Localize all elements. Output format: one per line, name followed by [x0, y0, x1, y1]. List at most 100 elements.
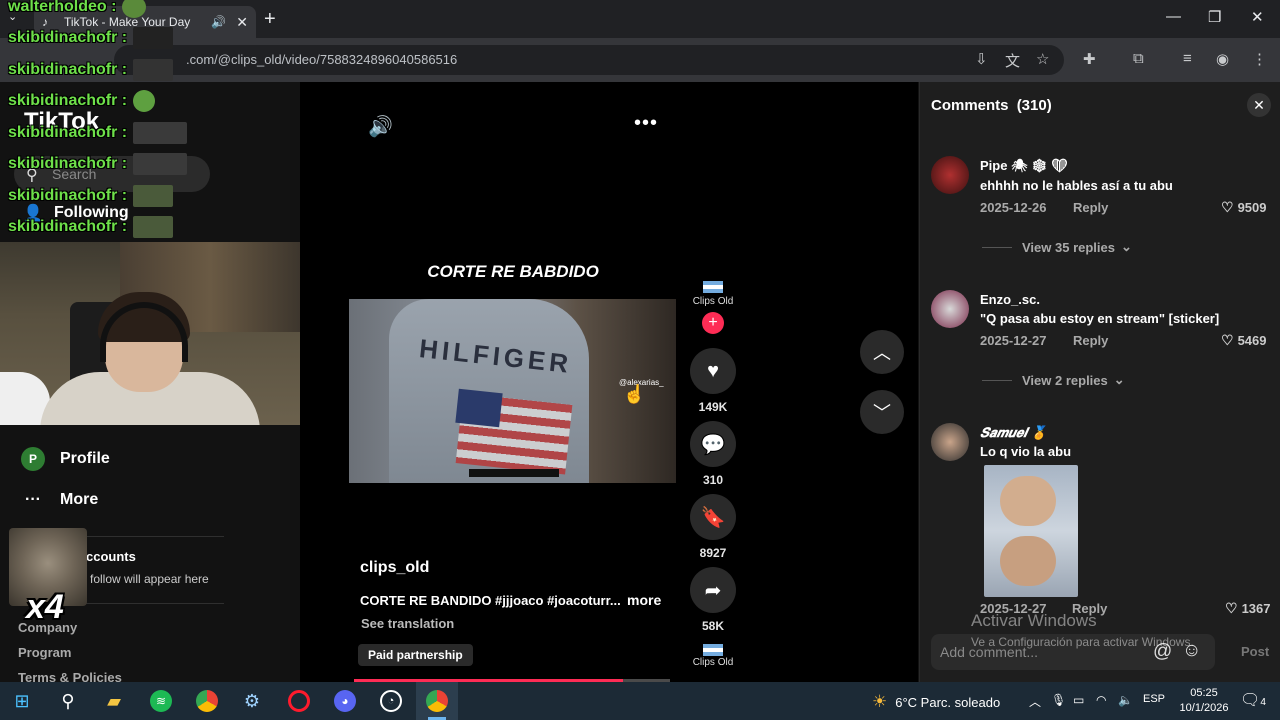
comment-icon: 💬 — [700, 433, 726, 456]
notification-center-icon[interactable]: 🗨4 — [1240, 690, 1266, 710]
save-button[interactable]: 🔖 — [690, 494, 736, 540]
chevron-down-icon: ﹀ — [873, 403, 891, 423]
bookmark-star-icon[interactable]: ☆ — [1036, 50, 1049, 68]
chat-emote-icon — [133, 27, 174, 49]
sidebar-item-label: More — [60, 491, 99, 508]
new-tab-button[interactable]: + — [264, 8, 276, 31]
comment-username[interactable]: Enzo_.sc. — [980, 292, 1040, 307]
sidebar-item-profile[interactable]: P Profile — [20, 446, 110, 472]
screen: ⌄ ♪ TikTok - Make Your Day 🔊 ✕ + — ❐ ✕ .… — [0, 0, 1280, 720]
comment-button[interactable]: 💬 — [690, 421, 736, 467]
sidebar-item-more[interactable]: ··· More — [20, 487, 98, 513]
wifi-icon[interactable]: ◠ — [1096, 693, 1106, 707]
music-disc-label: Clips Old — [692, 657, 734, 668]
divider — [982, 246, 1012, 248]
video-frame-lowerbar — [469, 469, 559, 477]
paid-partnership-badge: Paid partnership — [358, 644, 473, 666]
spotify-icon[interactable]: ≋ — [150, 690, 172, 712]
chrome-active-icon[interactable] — [426, 690, 448, 712]
profile-avatar-icon[interactable]: ◉ — [1216, 50, 1229, 68]
extensions-icon[interactable]: ✚ — [1083, 50, 1096, 68]
file-explorer-icon[interactable]: ▰ — [103, 690, 125, 712]
reply-button[interactable]: Reply — [1073, 200, 1108, 215]
divider — [78, 536, 224, 537]
reply-button[interactable]: Reply — [1073, 333, 1108, 348]
comment-username[interactable]: Pipe 🕷 ❄ ❤ — [980, 158, 1068, 174]
follow-button[interactable]: + — [702, 312, 724, 334]
close-comments-button[interactable]: ✕ — [1247, 93, 1271, 117]
network-icon[interactable]: ▭ — [1073, 693, 1084, 707]
sidebar-item-label: Profile — [60, 450, 110, 467]
chat-emote-icon — [122, 0, 147, 18]
maximize-button[interactable]: ❐ — [1208, 8, 1221, 26]
chrome-icon[interactable] — [196, 690, 218, 712]
avatar[interactable] — [931, 423, 969, 461]
more-icon: ··· — [25, 491, 41, 508]
next-video-button[interactable]: ﹀ — [860, 390, 904, 434]
avatar[interactable] — [931, 156, 969, 194]
share-button[interactable]: ➦ — [690, 567, 736, 613]
taskbar-search-icon[interactable]: ⚲ — [57, 690, 79, 712]
previous-video-button[interactable]: ︿ — [860, 330, 904, 374]
weather-widget[interactable]: ☀ 6°C Parc. soleado — [872, 692, 1000, 712]
creator-avatar[interactable] — [703, 281, 723, 293]
chat-username: skibidinachofr : — [8, 29, 128, 46]
profile-icon: P — [20, 446, 46, 472]
obs-icon[interactable]: ◔ — [380, 690, 402, 712]
post-comment-button[interactable]: Post — [1241, 644, 1269, 659]
comment-like-count: 5469 — [1237, 333, 1267, 348]
taskbar-clock[interactable]: 05:25 10/1/2026 — [1176, 686, 1232, 716]
video-author[interactable]: clips_old — [360, 559, 429, 577]
install-app-icon[interactable]: ⇩ — [975, 50, 988, 68]
windows-activation-subtitle: Ve a Configuración para activar Windows. — [971, 635, 1194, 649]
see-translation-link[interactable]: See translation — [361, 616, 454, 631]
avatar[interactable] — [931, 290, 969, 328]
tray-chevron-icon[interactable]: ︿ — [1029, 693, 1041, 710]
close-window-button[interactable]: ✕ — [1251, 8, 1264, 26]
volume-icon[interactable]: 🔊 — [368, 114, 393, 139]
close-icon: ✕ — [1253, 97, 1265, 113]
windows-taskbar — [0, 682, 1280, 720]
heart-outline-icon: ♡ — [1221, 332, 1234, 348]
tab-close-icon[interactable]: ✕ — [236, 14, 248, 31]
media-control-icon[interactable]: ≡ — [1183, 50, 1192, 67]
view-replies-label: View 2 replies — [1022, 372, 1108, 388]
tab-capture-icon[interactable]: ⧉ — [1133, 50, 1144, 67]
footer-link-program[interactable]: Program — [18, 645, 71, 660]
chat-message: skibidinachofr : — [8, 27, 174, 49]
address-url[interactable]: .com/@clips_old/video/758832489604058651… — [186, 52, 457, 67]
browser-menu-icon[interactable]: ⋮ — [1252, 50, 1267, 68]
comment-username[interactable]: 𝑺𝒂𝒎𝒖𝒆𝒍 🏅 — [980, 425, 1047, 441]
windows-start-icon[interactable]: ⊞ — [11, 690, 33, 712]
view-replies-button[interactable]: View 2 replies ⌄ — [982, 372, 1125, 388]
opera-gx-icon[interactable] — [288, 690, 310, 712]
video-options-icon[interactable]: ••• — [634, 112, 658, 135]
comment-like-button[interactable]: ♡ 1367 — [1225, 600, 1270, 617]
translate-icon[interactable]: 文 — [1005, 50, 1020, 71]
steam-icon[interactable]: ⚙ — [241, 690, 263, 712]
language-indicator[interactable]: ESP — [1143, 693, 1165, 705]
windows-activation-title: Activar Windows — [971, 611, 1097, 630]
music-disc-icon[interactable] — [703, 644, 723, 656]
comment-like-count: 9509 — [1237, 200, 1267, 215]
discord-icon[interactable]: ◕ — [334, 690, 356, 712]
comment-text: ehhhh no le hables así a tu abu — [980, 178, 1173, 193]
heart-icon: ♥ — [707, 359, 719, 382]
save-count: 8927 — [699, 546, 727, 560]
comment-like-button[interactable]: ♡ 5469 — [1221, 332, 1266, 349]
video-frame-flag-canton — [455, 388, 503, 428]
minimize-button[interactable]: — — [1166, 8, 1181, 25]
chat-emote-icon — [133, 59, 174, 81]
description-more-button[interactable]: more — [627, 592, 661, 608]
tab-audio-icon[interactable]: 🔊 — [211, 15, 226, 29]
chat-message: walterholdeo : — [8, 0, 147, 18]
chat-emote-icon — [133, 153, 188, 175]
microphone-icon[interactable]: 🎙 — [1051, 693, 1066, 707]
view-replies-button[interactable]: View 35 replies ⌄ — [982, 239, 1132, 255]
speaker-icon[interactable]: 🔈 — [1118, 693, 1133, 707]
chat-emote-icon — [133, 216, 174, 238]
comment-like-button[interactable]: ♡ 9509 — [1221, 199, 1266, 216]
comment-date: 2025-12-26 — [980, 200, 1047, 215]
clock-date: 10/1/2026 — [1179, 702, 1229, 714]
like-button[interactable]: ♥ — [690, 348, 736, 394]
